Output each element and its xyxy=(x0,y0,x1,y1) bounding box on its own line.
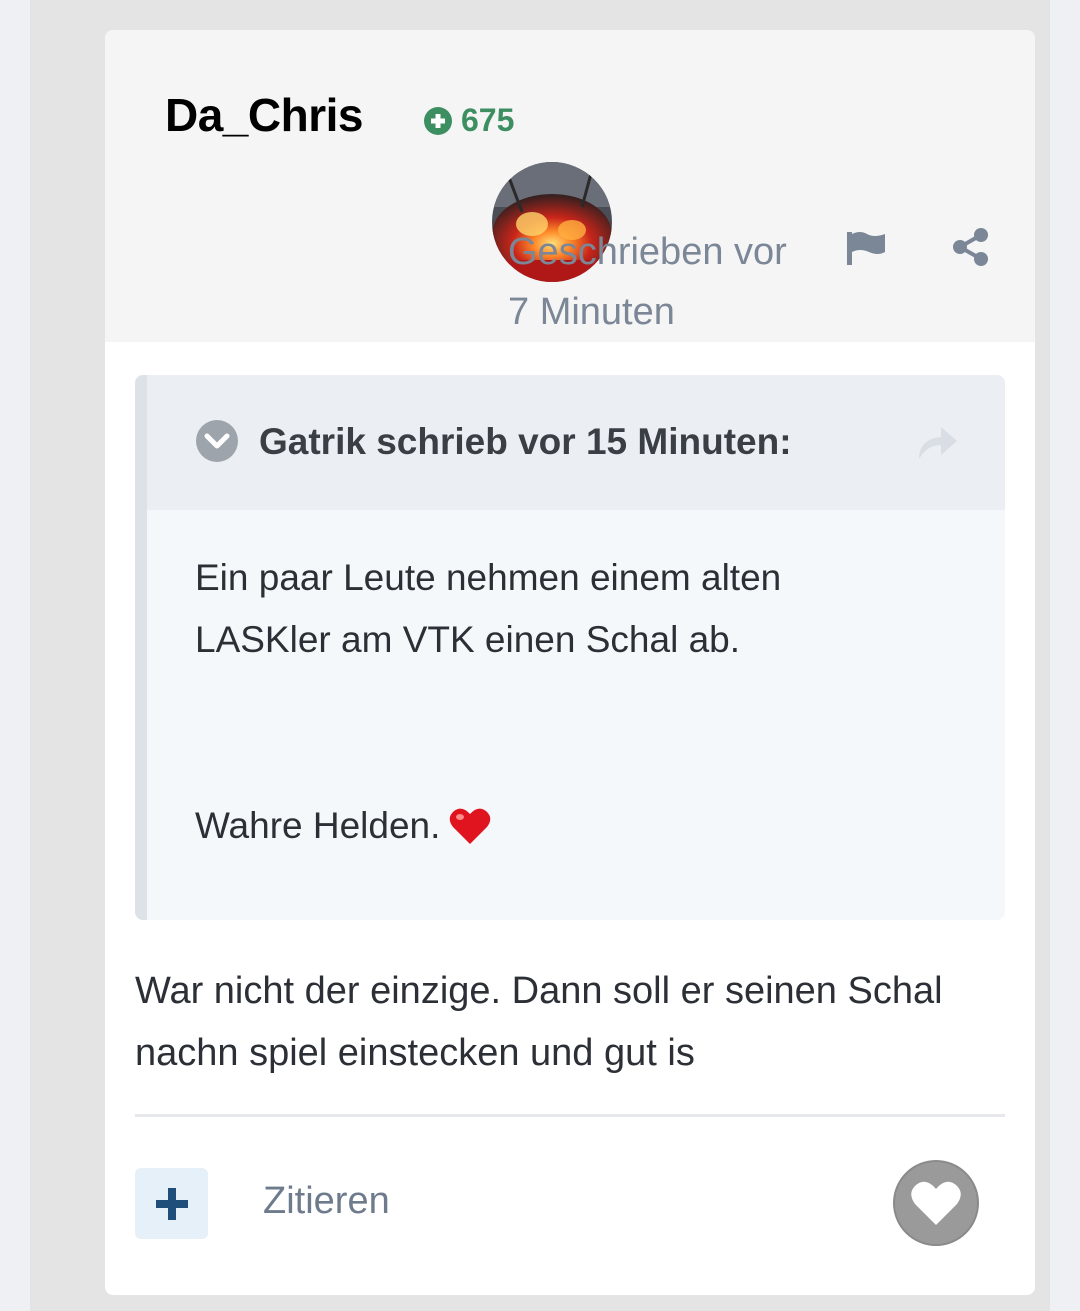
heart-icon xyxy=(911,1181,961,1225)
plus-circle-icon xyxy=(424,106,452,135)
quote-button[interactable]: Zitieren xyxy=(263,1180,390,1223)
plus-icon xyxy=(155,1187,188,1220)
quote-text-line1: Ein paar Leute nehmen einem alten LASKle… xyxy=(195,557,782,660)
post-timestamp: Geschrieben vor 7 Minuten xyxy=(508,222,818,342)
multiquote-add-button[interactable] xyxy=(135,1168,208,1239)
reply-arrow-icon[interactable] xyxy=(915,423,959,463)
posted-time: 7 Minuten xyxy=(508,291,675,333)
share-icon[interactable] xyxy=(951,227,991,267)
quote-citation: Gatrik schrieb vor 15 Minuten: xyxy=(259,421,792,462)
reputation-count: 675 xyxy=(461,102,515,138)
reputation-badge[interactable]: 675 xyxy=(423,102,514,139)
divider xyxy=(135,1114,1005,1117)
quote-text-line2-text: Wahre Helden. xyxy=(195,805,441,846)
chevron-down-circle-icon[interactable] xyxy=(195,419,239,463)
quote-block: Gatrik schrieb vor 15 Minuten: Ein paar … xyxy=(135,375,1005,920)
like-button[interactable] xyxy=(893,1160,979,1246)
post-header: Da_Chris 675 Geschrieben vor 7 Minuten xyxy=(105,30,1035,342)
flag-icon[interactable] xyxy=(845,230,887,266)
quote-header: Gatrik schrieb vor 15 Minuten: xyxy=(147,375,1005,510)
quote-content: Ein paar Leute nehmen einem alten LASKle… xyxy=(195,547,915,857)
quote-text-line2: Wahre Helden. xyxy=(195,795,915,857)
page-background: Da_Chris 675 Geschrieben vor 7 Minuten G… xyxy=(30,0,1050,1311)
heart-emoji-icon xyxy=(450,808,491,844)
post-card: Da_Chris 675 Geschrieben vor 7 Minuten G… xyxy=(105,30,1035,1295)
author-name[interactable]: Da_Chris xyxy=(165,88,363,142)
posted-label: Geschrieben vor xyxy=(508,231,787,273)
post-content: War nicht der einzige. Dann soll er sein… xyxy=(135,970,943,1074)
